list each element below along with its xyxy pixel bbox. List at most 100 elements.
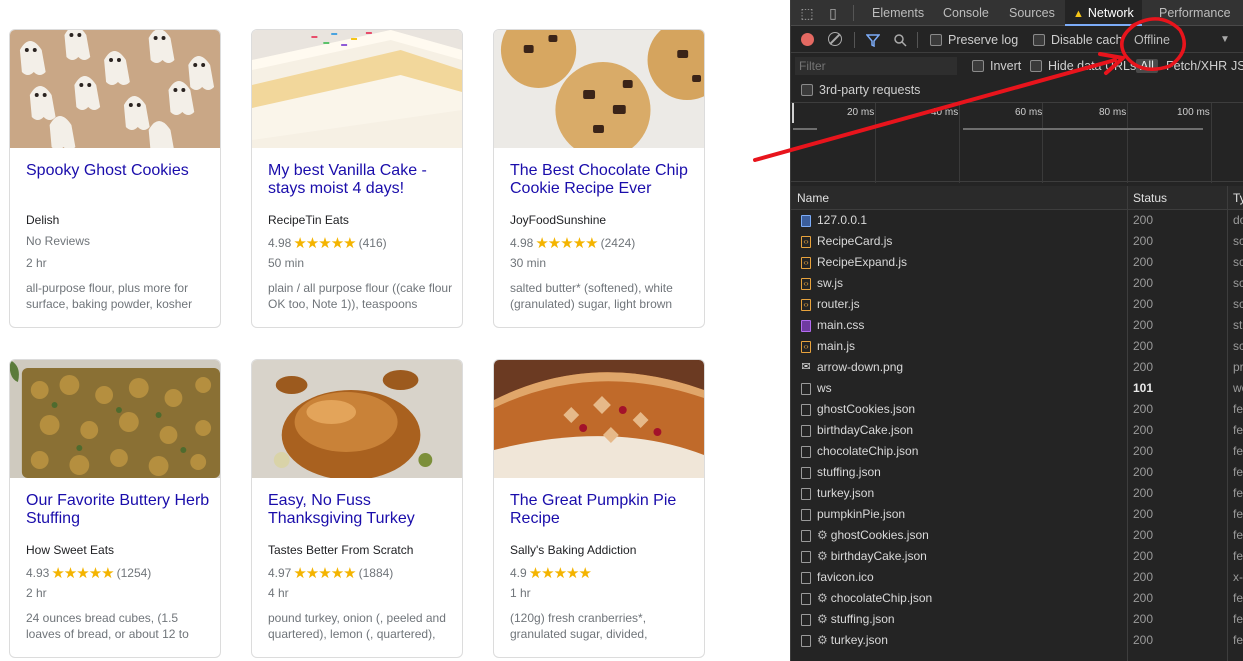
inspect-element-icon[interactable]: ⬚: [799, 5, 815, 21]
request-name: ghostCookies.json: [817, 399, 915, 420]
tab-network[interactable]: ▲ Network: [1065, 0, 1142, 26]
js-file-icon: ‹›: [801, 299, 811, 311]
filter-js-button[interactable]: JS: [1231, 54, 1243, 78]
request-type: fe: [1233, 444, 1243, 458]
tab-performance[interactable]: Performance: [1159, 0, 1231, 26]
recipe-title[interactable]: The Great Pumpkin Pie Recipe: [510, 492, 696, 528]
blank-file-icon: [801, 614, 811, 626]
search-icon[interactable]: [893, 33, 907, 47]
table-row[interactable]: ‹› sw.js 200 sc: [791, 273, 1243, 294]
js-file-icon: ‹›: [801, 341, 811, 353]
throttling-select[interactable]: Offline: [1134, 27, 1170, 53]
table-row[interactable]: main.css 200 st: [791, 315, 1243, 336]
disable-cache-checkbox[interactable]: Disable cach: [1033, 27, 1123, 53]
table-row[interactable]: ⚙ birthdayCake.json 200 fe: [791, 546, 1243, 567]
table-row[interactable]: ✉ arrow-down.png 200 pr: [791, 357, 1243, 378]
request-type: fe: [1233, 423, 1243, 437]
table-row[interactable]: ⚙ ghostCookies.json 200 fe: [791, 525, 1243, 546]
rating-value: 4.9: [510, 566, 527, 580]
request-status: 200: [1133, 402, 1154, 416]
table-row[interactable]: ⚙ stuffing.json 200 fe: [791, 609, 1243, 630]
request-type: sc: [1233, 297, 1243, 311]
request-name: chocolateChip.json: [817, 441, 918, 462]
table-row[interactable]: ‹› RecipeCard.js 200 sc: [791, 231, 1243, 252]
recipe-source: How Sweet Eats: [26, 543, 115, 557]
request-name-text: stuffing.json: [830, 612, 895, 626]
request-table: Name Status Ty 127.0.0.1 200 do ‹› RecipeCar…: [791, 186, 1243, 661]
column-status-header[interactable]: Status: [1127, 186, 1167, 210]
recipe-title[interactable]: My best Vanilla Cake - stays moist 4 day…: [268, 162, 454, 198]
table-row[interactable]: ‹› main.js 200 sc: [791, 336, 1243, 357]
timeline-gridline: [1127, 103, 1128, 183]
recipe-time: 4 hr: [268, 586, 289, 600]
request-name-text: pumpkinPie.json: [817, 507, 906, 521]
recipe-card[interactable]: Our Favorite Buttery Herb Stuffing How S…: [9, 359, 221, 658]
gear-icon: ⚙: [817, 528, 828, 542]
table-row[interactable]: stuffing.json 200 fe: [791, 462, 1243, 483]
filter-fetch-xhr-button[interactable]: Fetch/XHR: [1166, 54, 1227, 78]
column-name-header[interactable]: Name: [791, 186, 829, 210]
request-name: ⚙ turkey.json: [817, 630, 888, 651]
request-name-text: turkey.json: [817, 486, 875, 500]
hide-data-urls-checkbox[interactable]: Hide data URLs: [1030, 54, 1136, 78]
request-name-text: ghostCookies.json: [817, 402, 916, 416]
timeline-tick-label: 60 ms: [1015, 107, 1043, 118]
request-name: ⚙ stuffing.json: [817, 609, 895, 630]
table-row[interactable]: ‹› router.js 200 sc: [791, 294, 1243, 315]
table-row[interactable]: favicon.ico 200 x-: [791, 567, 1243, 588]
request-name-text: main.css: [817, 318, 865, 332]
filter-all-button[interactable]: All: [1136, 54, 1158, 78]
table-row[interactable]: turkey.json 200 fe: [791, 483, 1243, 504]
divider: [917, 32, 918, 48]
recipe-card[interactable]: The Great Pumpkin Pie Recipe Sally's Bak…: [493, 359, 705, 658]
request-type: x-: [1233, 570, 1243, 584]
doc-file-icon: [801, 215, 811, 227]
request-type: sc: [1233, 339, 1243, 353]
table-row[interactable]: chocolateChip.json 200 fe: [791, 441, 1243, 462]
blank-file-icon: [801, 425, 811, 437]
table-row[interactable]: ‹› RecipeExpand.js 200 sc: [791, 252, 1243, 273]
filter-icon[interactable]: [866, 33, 880, 47]
column-type-header[interactable]: Ty: [1227, 186, 1243, 210]
request-name: main.js: [817, 336, 855, 357]
checkbox-icon: [1030, 60, 1042, 72]
blank-file-icon: [801, 593, 811, 605]
device-toolbar-icon[interactable]: ▯: [825, 5, 841, 21]
request-name: ws: [817, 378, 832, 399]
tab-elements[interactable]: Elements: [872, 0, 924, 26]
recipe-rating: 4.97 ★★★★★ (1884): [268, 564, 393, 582]
table-row[interactable]: 127.0.0.1 200 do: [791, 210, 1243, 231]
request-name: ⚙ birthdayCake.json: [817, 546, 927, 567]
chevron-down-icon[interactable]: ▼: [1220, 27, 1230, 53]
filter-input[interactable]: [795, 57, 957, 75]
recipe-grid: Spooky Ghost Cookies Delish No Reviews 2…: [0, 0, 790, 661]
third-party-requests-checkbox[interactable]: 3rd-party requests: [801, 79, 920, 101]
recipe-card[interactable]: Spooky Ghost Cookies Delish No Reviews 2…: [9, 29, 221, 328]
recipe-card[interactable]: My best Vanilla Cake - stays moist 4 day…: [251, 29, 463, 328]
recipe-title[interactable]: Our Favorite Buttery Herb Stuffing: [26, 492, 212, 528]
review-count: (1884): [358, 566, 394, 580]
table-row[interactable]: ⚙ chocolateChip.json 200 fe: [791, 588, 1243, 609]
blank-file-icon: [801, 509, 811, 521]
tab-sources[interactable]: Sources: [1009, 0, 1055, 26]
recipe-title[interactable]: The Best Chocolate Chip Cookie Recipe Ev…: [510, 162, 696, 198]
table-row[interactable]: pumpkinPie.json 200 fe: [791, 504, 1243, 525]
invert-label: Invert: [990, 59, 1022, 73]
preserve-log-checkbox[interactable]: Preserve log: [930, 27, 1018, 53]
recipe-title[interactable]: Easy, No Fuss Thanksgiving Turkey: [268, 492, 454, 528]
table-row[interactable]: ⚙ turkey.json 200 fe: [791, 630, 1243, 651]
recipe-title[interactable]: Spooky Ghost Cookies: [26, 162, 212, 180]
invert-checkbox[interactable]: Invert: [972, 54, 1021, 78]
table-row[interactable]: ws 101 we: [791, 378, 1243, 399]
table-row[interactable]: ghostCookies.json 200 fe: [791, 399, 1243, 420]
blank-file-icon: [801, 446, 811, 458]
recipe-card[interactable]: The Best Chocolate Chip Cookie Recipe Ev…: [493, 29, 705, 328]
recipe-ingredients: all-purpose flour, plus more for surface…: [26, 281, 193, 311]
network-overview-timeline[interactable]: 20 ms 40 ms 60 ms 80 ms 100 ms: [791, 102, 1243, 183]
tab-console[interactable]: Console: [943, 0, 989, 26]
review-count: (416): [358, 236, 387, 250]
clear-icon[interactable]: [828, 32, 842, 46]
table-row[interactable]: birthdayCake.json 200 fe: [791, 420, 1243, 441]
record-icon[interactable]: [801, 33, 814, 46]
recipe-card[interactable]: Easy, No Fuss Thanksgiving Turkey Tastes…: [251, 359, 463, 658]
